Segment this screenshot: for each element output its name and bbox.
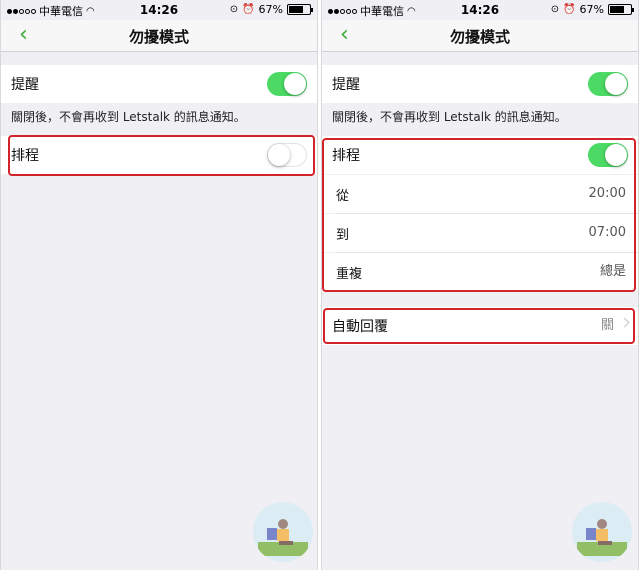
reminder-row: 提醒	[322, 65, 638, 103]
watermark-logo	[253, 502, 313, 562]
battery-icon	[287, 4, 313, 15]
battery-percent: 67%	[579, 3, 604, 16]
page-title: 勿擾模式	[449, 28, 510, 46]
status-bar: 中華電信 ◠ 14:26 ⊙ ⏰ 67%	[322, 0, 638, 20]
alarm-icon: ⏰	[242, 4, 255, 15]
phone-screen-right: 中華電信 ◠ 14:26 ⊙ ⏰ 67% ‹ 勿擾模式 提醒 關閉後，不會再收到…	[321, 0, 639, 570]
orientation-lock-icon: ⊙	[229, 4, 239, 15]
highlight-box-auto-reply	[323, 308, 635, 344]
reminder-toggle[interactable]	[588, 72, 628, 96]
highlight-box-schedule	[8, 135, 315, 176]
battery-icon	[608, 4, 634, 15]
reminder-label: 提醒	[11, 77, 39, 93]
watermark-logo	[572, 502, 632, 562]
navigation-bar: ‹ 勿擾模式	[1, 20, 317, 52]
status-bar: 中華電信 ◠ 14:26 ⊙ ⏰ 67%	[1, 0, 317, 20]
battery-percent: 67%	[258, 3, 283, 16]
notice-text: 關閉後，不會再收到 Letstalk 的訊息通知。	[332, 110, 567, 124]
screenshot-frame: 中華電信 ◠ 14:26 ⊙ ⏰ 67% ‹ 勿擾模式 提醒 關閉後，不會再收到…	[0, 0, 640, 570]
page-title: 勿擾模式	[128, 28, 189, 46]
status-right: ⊙ ⏰ 67%	[229, 3, 313, 16]
reminder-toggle[interactable]	[267, 72, 307, 96]
notice-text: 關閉後，不會再收到 Letstalk 的訊息通知。	[11, 110, 246, 124]
alarm-icon: ⏰	[563, 4, 576, 15]
orientation-lock-icon: ⊙	[550, 4, 560, 15]
navigation-bar: ‹ 勿擾模式	[322, 20, 638, 52]
highlight-box-schedule	[322, 138, 636, 292]
status-right: ⊙ ⏰ 67%	[550, 3, 634, 16]
reminder-label: 提醒	[332, 77, 360, 93]
phone-screen-left: 中華電信 ◠ 14:26 ⊙ ⏰ 67% ‹ 勿擾模式 提醒 關閉後，不會再收到…	[0, 0, 318, 570]
reminder-row: 提醒	[1, 65, 317, 103]
